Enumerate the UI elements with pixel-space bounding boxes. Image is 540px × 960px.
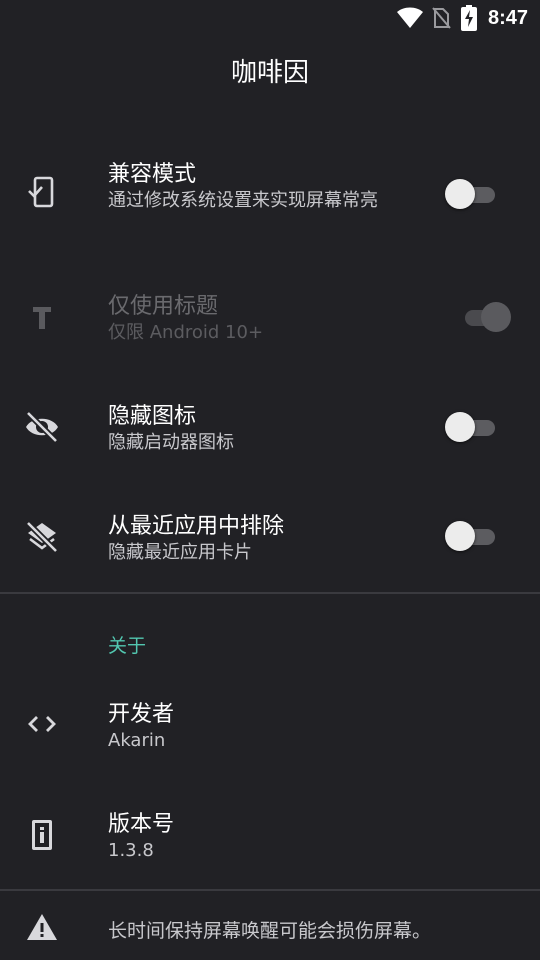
code-icon xyxy=(28,716,56,732)
setting-title-only: 仅使用标题 仅限 Android 10+ xyxy=(0,272,540,362)
setting-subtitle: 隐藏最近应用卡片 xyxy=(108,542,252,563)
developer-name: Akarin xyxy=(108,730,166,751)
compat-mode-switch[interactable] xyxy=(445,176,501,212)
setting-title: 仅使用标题 xyxy=(108,294,219,319)
page-title: 咖啡因 xyxy=(230,58,309,88)
setting-hide-icon[interactable]: 隐藏图标 隐藏启动器图标 xyxy=(0,382,540,472)
info-device-icon xyxy=(32,820,52,850)
status-bar: 8:47 xyxy=(0,0,540,36)
setting-title: 从最近应用中排除 xyxy=(108,514,285,539)
text-t-icon xyxy=(33,307,51,329)
eye-off-icon xyxy=(25,410,59,444)
clock: 8:47 xyxy=(487,6,528,29)
setting-title: 兼容模式 xyxy=(108,162,197,187)
hide-icon-switch[interactable] xyxy=(445,409,501,445)
footer-divider xyxy=(0,889,540,891)
about-section-header: 关于 xyxy=(108,635,147,657)
about-developer[interactable]: 开发者 Akarin xyxy=(0,680,540,770)
setting-exclude-recents[interactable]: 从最近应用中排除 隐藏最近应用卡片 xyxy=(0,492,540,582)
layers-off-icon xyxy=(25,520,59,554)
setting-subtitle: 通过修改系统设置来实现屏幕常亮 xyxy=(108,190,378,211)
warning-icon xyxy=(27,914,57,940)
footer-warning-text: 长时间保持屏幕唤醒可能会损伤屏幕。 xyxy=(108,920,432,942)
phone-check-icon xyxy=(28,176,54,208)
title-only-switch xyxy=(455,299,511,335)
switch-thumb xyxy=(445,412,475,442)
setting-subtitle: 隐藏启动器图标 xyxy=(108,432,234,453)
wifi-icon xyxy=(396,7,423,28)
exclude-recents-switch[interactable] xyxy=(445,518,501,554)
setting-compat-mode[interactable]: 兼容模式 通过修改系统设置来实现屏幕常亮 xyxy=(0,140,540,250)
version-title: 版本号 xyxy=(108,812,175,837)
battery-charging-icon xyxy=(460,5,477,31)
version-number: 1.3.8 xyxy=(108,840,154,861)
section-divider xyxy=(0,592,540,594)
developer-title: 开发者 xyxy=(108,702,175,727)
switch-thumb xyxy=(481,302,511,332)
setting-title: 隐藏图标 xyxy=(108,404,197,429)
setting-subtitle: 仅限 Android 10+ xyxy=(108,322,264,343)
no-sim-icon xyxy=(432,7,451,29)
switch-thumb xyxy=(445,179,475,209)
about-version[interactable]: 版本号 1.3.8 xyxy=(0,790,540,880)
status-icons: 8:47 xyxy=(396,0,528,36)
switch-thumb xyxy=(445,521,475,551)
